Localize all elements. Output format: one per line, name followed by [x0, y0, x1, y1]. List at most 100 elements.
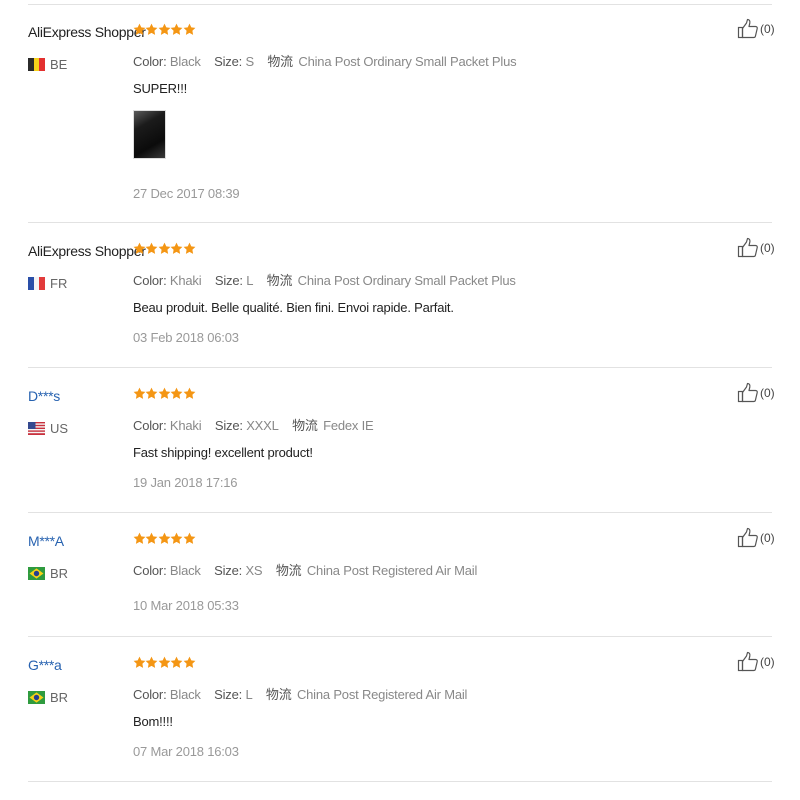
divider: [28, 512, 772, 513]
reviewer-country: BR: [28, 689, 68, 705]
size-value: L: [245, 687, 253, 702]
star-icon: [145, 653, 158, 671]
star-icon: [133, 529, 146, 547]
divider: [28, 4, 772, 5]
reviewer-country: BE: [28, 56, 67, 72]
size-label: Size:: [214, 273, 243, 288]
star-icon: [183, 384, 195, 402]
thumbs-up-icon: [737, 651, 760, 673]
star-icon: [170, 529, 183, 547]
reviewer-name: AliExpress Shopper: [28, 24, 146, 40]
color-value: Khaki: [169, 273, 202, 288]
helpful-count: (0): [760, 531, 775, 545]
star-icon: [158, 384, 171, 402]
helpful-count: (0): [760, 241, 775, 255]
thumbs-up-icon: [737, 527, 760, 549]
reviewer-country: US: [28, 420, 68, 436]
reviewer-country: FR: [28, 275, 67, 291]
star-icon: [183, 20, 195, 38]
star-icon: [145, 239, 158, 257]
shipping-value: Fedex IE: [323, 418, 374, 433]
reviewer-name: D***s: [28, 388, 60, 404]
color-value: Black: [169, 54, 201, 69]
helpful-button[interactable]: (0): [737, 18, 775, 40]
review-date: 07 Mar 2018 16:03: [133, 744, 239, 759]
star-icon: [170, 384, 183, 402]
star-icon: [170, 20, 183, 38]
star-icon: [170, 653, 183, 671]
review-text: Bom!!!!: [133, 714, 173, 729]
shipping-value: China Post Ordinary Small Packet Plus: [297, 273, 516, 288]
shipping-label: 物流: [265, 687, 292, 702]
country-code: BR: [50, 689, 69, 705]
thumbs-up-icon: [737, 237, 760, 259]
thumbs-up-icon: [737, 382, 760, 404]
divider: [28, 636, 772, 637]
star-icon: [133, 239, 146, 257]
order-info: Color: Black Size: L 物流 China Post Regis…: [133, 684, 467, 703]
star-icon: [170, 239, 183, 257]
divider: [28, 781, 772, 782]
star-icon: [183, 653, 195, 671]
review-text: Fast shipping! excellent product!: [133, 445, 313, 460]
shipping-label: 物流: [266, 273, 293, 288]
shipping-value: China Post Registered Air Mail: [306, 563, 478, 578]
country-code: US: [50, 420, 69, 436]
shipping-label: 物流: [292, 418, 318, 433]
usa-flag-icon: [28, 421, 45, 435]
order-info: Color: Black Size: XS 物流 China Post Regi…: [133, 560, 477, 579]
helpful-button[interactable]: (0): [737, 237, 775, 259]
star-rating: [133, 239, 195, 257]
color-label: Color:: [133, 687, 167, 702]
order-info: Color: Khaki Size: L 物流 China Post Ordin…: [133, 270, 516, 289]
divider: [28, 367, 772, 368]
color-label: Color:: [133, 418, 167, 433]
shipping-value: China Post Ordinary Small Packet Plus: [298, 54, 517, 69]
star-icon: [145, 20, 158, 38]
color-label: Color:: [133, 563, 167, 578]
star-rating: [133, 384, 195, 402]
star-icon: [133, 653, 146, 671]
shipping-label: 物流: [267, 54, 293, 69]
star-icon: [145, 529, 158, 547]
review-date: 27 Dec 2017 08:39: [133, 186, 240, 201]
reviewer-name: AliExpress Shopper: [28, 243, 146, 259]
star-icon: [158, 653, 171, 671]
size-label: Size:: [214, 54, 243, 69]
star-icon: [145, 384, 158, 402]
shipping-value: China Post Registered Air Mail: [296, 687, 468, 702]
color-value: Black: [169, 687, 201, 702]
brazil-flag-icon: [28, 690, 45, 704]
star-icon: [133, 20, 146, 38]
size-value: XXXL: [246, 418, 279, 433]
review-text: Beau produit. Belle qualité. Bien fini. …: [133, 300, 454, 315]
star-rating: [133, 653, 195, 671]
helpful-count: (0): [760, 22, 775, 36]
reviewer-name: G***a: [28, 657, 62, 673]
helpful-button[interactable]: (0): [737, 527, 775, 549]
review-date: 19 Jan 2018 17:16: [133, 475, 238, 490]
review-date: 10 Mar 2018 05:33: [133, 598, 239, 613]
divider: [28, 222, 772, 223]
country-code: BR: [50, 565, 69, 581]
review-photo-thumbnail[interactable]: [133, 110, 166, 159]
helpful-button[interactable]: (0): [737, 382, 775, 404]
helpful-count: (0): [760, 655, 775, 669]
star-icon: [158, 239, 171, 257]
shipping-label: 物流: [275, 563, 302, 578]
helpful-button[interactable]: (0): [737, 651, 775, 673]
review-text: SUPER!!!: [133, 81, 188, 96]
size-label: Size:: [214, 687, 243, 702]
order-info: Color: Black Size: S 物流 China Post Ordin…: [133, 51, 517, 70]
size-label: Size:: [214, 563, 243, 578]
star-icon: [183, 239, 195, 257]
star-icon: [158, 529, 171, 547]
size-value: S: [245, 54, 254, 69]
reviewer-name: M***A: [28, 533, 64, 549]
star-icon: [183, 529, 195, 547]
order-info: Color: Khaki Size: XXXL 物流 Fedex IE: [133, 415, 374, 434]
color-label: Color:: [133, 273, 167, 288]
color-value: Khaki: [169, 418, 202, 433]
star-icon: [133, 384, 146, 402]
color-value: Black: [169, 563, 201, 578]
